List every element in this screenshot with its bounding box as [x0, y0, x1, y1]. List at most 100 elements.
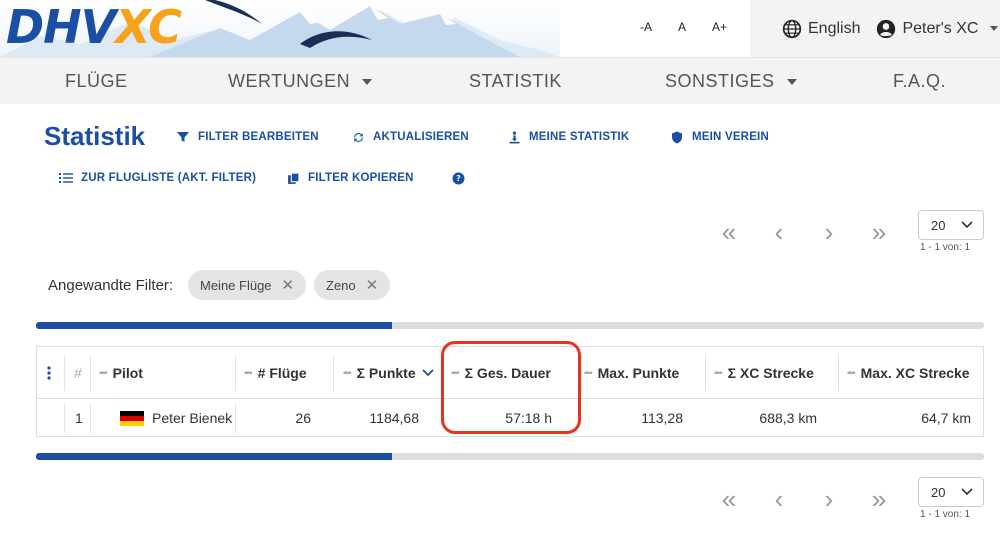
dhvxc-logo[interactable]: DHVXC: [6, 0, 182, 54]
duration-column-highlight: [441, 341, 581, 434]
prev-page-icon[interactable]: ‹: [754, 484, 804, 515]
help-button[interactable]: ?: [451, 171, 465, 185]
my-stats-label: MEINE STATISTIK: [529, 131, 630, 143]
cell-pilot[interactable]: Peter Bienek: [120, 399, 232, 437]
top-pagination: « ‹ › »: [704, 217, 904, 248]
column-separator: [64, 355, 65, 391]
font-normal-button[interactable]: A: [678, 20, 686, 34]
header-banner: DHVXC: [0, 0, 560, 57]
column-separator: [90, 403, 91, 433]
column-separator: [581, 355, 582, 391]
font-increase-button[interactable]: A+: [712, 20, 727, 34]
globe-icon: [782, 19, 802, 38]
applied-filters-label: Angewandte Filter:: [48, 277, 174, 294]
column-separator: [90, 355, 91, 391]
chevron-down-icon: [961, 221, 974, 229]
main-nav: FLÜGE WERTUNGEN STATISTIK SONSTIGES F.A.…: [0, 57, 1000, 104]
filter-chip-meine-fluege: Meine Flüge ✕: [188, 270, 307, 300]
nav-item-wertungen[interactable]: WERTUNGEN: [228, 71, 373, 92]
filter-chip-label: Meine Flüge: [200, 277, 272, 293]
header-right-panel: English Peter's XC: [750, 0, 1000, 57]
font-decrease-button[interactable]: -A: [640, 20, 652, 34]
person-download-icon: [507, 130, 521, 144]
filter-chip-label: Zeno: [326, 277, 356, 293]
column-separator: [705, 355, 706, 391]
nav-label: STATISTIK: [469, 71, 562, 91]
column-separator: [64, 403, 65, 433]
last-page-icon[interactable]: »: [854, 217, 904, 248]
sort-desc-icon[interactable]: [421, 369, 434, 377]
nav-label: SONSTIGES: [665, 71, 775, 91]
nav-item-statistik[interactable]: STATISTIK: [469, 71, 562, 92]
header-flights[interactable]: ▪▪▪ # Flüge: [244, 347, 307, 399]
column-separator: [333, 355, 334, 391]
close-icon[interactable]: ✕: [282, 276, 295, 294]
cell-xc-distance: 688,3 km: [759, 410, 817, 426]
cell-flights: 26: [295, 410, 311, 426]
next-page-icon[interactable]: ›: [804, 484, 854, 515]
edit-filter-label: FILTER BEARBEITEN: [198, 131, 319, 143]
header-label: Σ XC Strecke: [727, 365, 814, 381]
header-index: #: [74, 365, 82, 381]
header-label: Max. Punkte: [597, 365, 680, 381]
caret-down-icon: [786, 78, 797, 85]
refresh-label: AKTUALISIEREN: [373, 131, 469, 143]
prev-page-icon[interactable]: ‹: [754, 217, 804, 248]
drag-handle-icon[interactable]: ▪▪▪: [343, 368, 352, 379]
column-separator: [235, 355, 236, 391]
next-page-icon[interactable]: ›: [804, 217, 854, 248]
my-stats-button[interactable]: MEINE STATISTIK: [507, 130, 629, 144]
copy-filter-button[interactable]: FILTER KOPIEREN: [286, 171, 414, 185]
top-scroll-progress-bar[interactable]: [36, 322, 984, 329]
language-label: English: [808, 19, 861, 37]
logo-text-dhv: DHV: [6, 0, 116, 54]
page-size-value: 20: [931, 217, 946, 233]
drag-handle-icon[interactable]: ▪▪▪: [847, 368, 856, 379]
cell-max-points: 113,28: [641, 410, 683, 426]
drag-handle-icon[interactable]: ▪▪▪: [99, 368, 108, 379]
header-label: # Flüge: [257, 365, 307, 381]
first-page-icon[interactable]: «: [704, 484, 754, 515]
page-size-select[interactable]: 20: [918, 210, 984, 240]
page-size-value: 20: [931, 484, 946, 500]
header: DHVXC -A A A+ English Peter's XC: [0, 0, 1000, 57]
bottom-scroll-progress-bar[interactable]: [36, 453, 984, 460]
chevron-down-icon: [990, 26, 999, 31]
cell-index: 1: [75, 410, 83, 426]
nav-item-faq[interactable]: F.A.Q.: [893, 71, 946, 92]
account-menu[interactable]: Peter's XC: [876, 19, 999, 39]
my-club-button[interactable]: MEIN VEREIN: [670, 130, 769, 144]
copy-filter-label: FILTER KOPIEREN: [308, 172, 414, 184]
caret-down-icon: [362, 78, 373, 85]
close-icon[interactable]: ✕: [366, 276, 379, 294]
column-separator: [235, 403, 236, 433]
drag-handle-icon[interactable]: ▪▪▪: [584, 368, 593, 379]
drag-handle-icon[interactable]: ▪▪▪: [714, 368, 723, 379]
header-max-points[interactable]: ▪▪▪ Max. Punkte: [584, 347, 679, 399]
nav-item-sonstiges[interactable]: SONSTIGES: [665, 71, 797, 92]
nav-label: FLÜGE: [65, 71, 128, 91]
header-max-xc-distance[interactable]: ▪▪▪ Max. XC Strecke: [847, 347, 970, 399]
first-page-icon[interactable]: «: [704, 217, 754, 248]
nav-label: WERTUNGEN: [228, 71, 351, 91]
chevron-down-icon: [961, 488, 974, 496]
numbered-list-icon: [59, 171, 73, 185]
page-size-select[interactable]: 20: [918, 477, 984, 507]
header-points[interactable]: ▪▪▪ Σ Punkte: [343, 347, 434, 399]
refresh-button[interactable]: AKTUALISIEREN: [351, 130, 469, 144]
column-menu-icon[interactable]: [47, 347, 51, 399]
edit-filter-button[interactable]: FILTER BEARBEITEN: [176, 130, 319, 144]
header-pilot[interactable]: ▪▪▪ Pilot: [99, 347, 143, 399]
to-flight-list-label: ZUR FLUGLISTE (AKT. FILTER): [81, 172, 257, 184]
to-flight-list-button[interactable]: ZUR FLUGLISTE (AKT. FILTER): [59, 171, 256, 185]
column-separator: [838, 355, 839, 391]
logo-text-xc: XC: [115, 0, 182, 54]
drag-handle-icon[interactable]: ▪▪▪: [244, 368, 253, 379]
nav-item-fluege[interactable]: FLÜGE: [65, 71, 128, 92]
header-label: Pilot: [112, 365, 143, 381]
progress-fill: [36, 453, 392, 460]
header-xc-distance[interactable]: ▪▪▪ Σ XC Strecke: [714, 347, 814, 399]
language-selector[interactable]: English: [782, 19, 860, 39]
last-page-icon[interactable]: »: [854, 484, 904, 515]
page-title: Statistik: [44, 121, 146, 151]
